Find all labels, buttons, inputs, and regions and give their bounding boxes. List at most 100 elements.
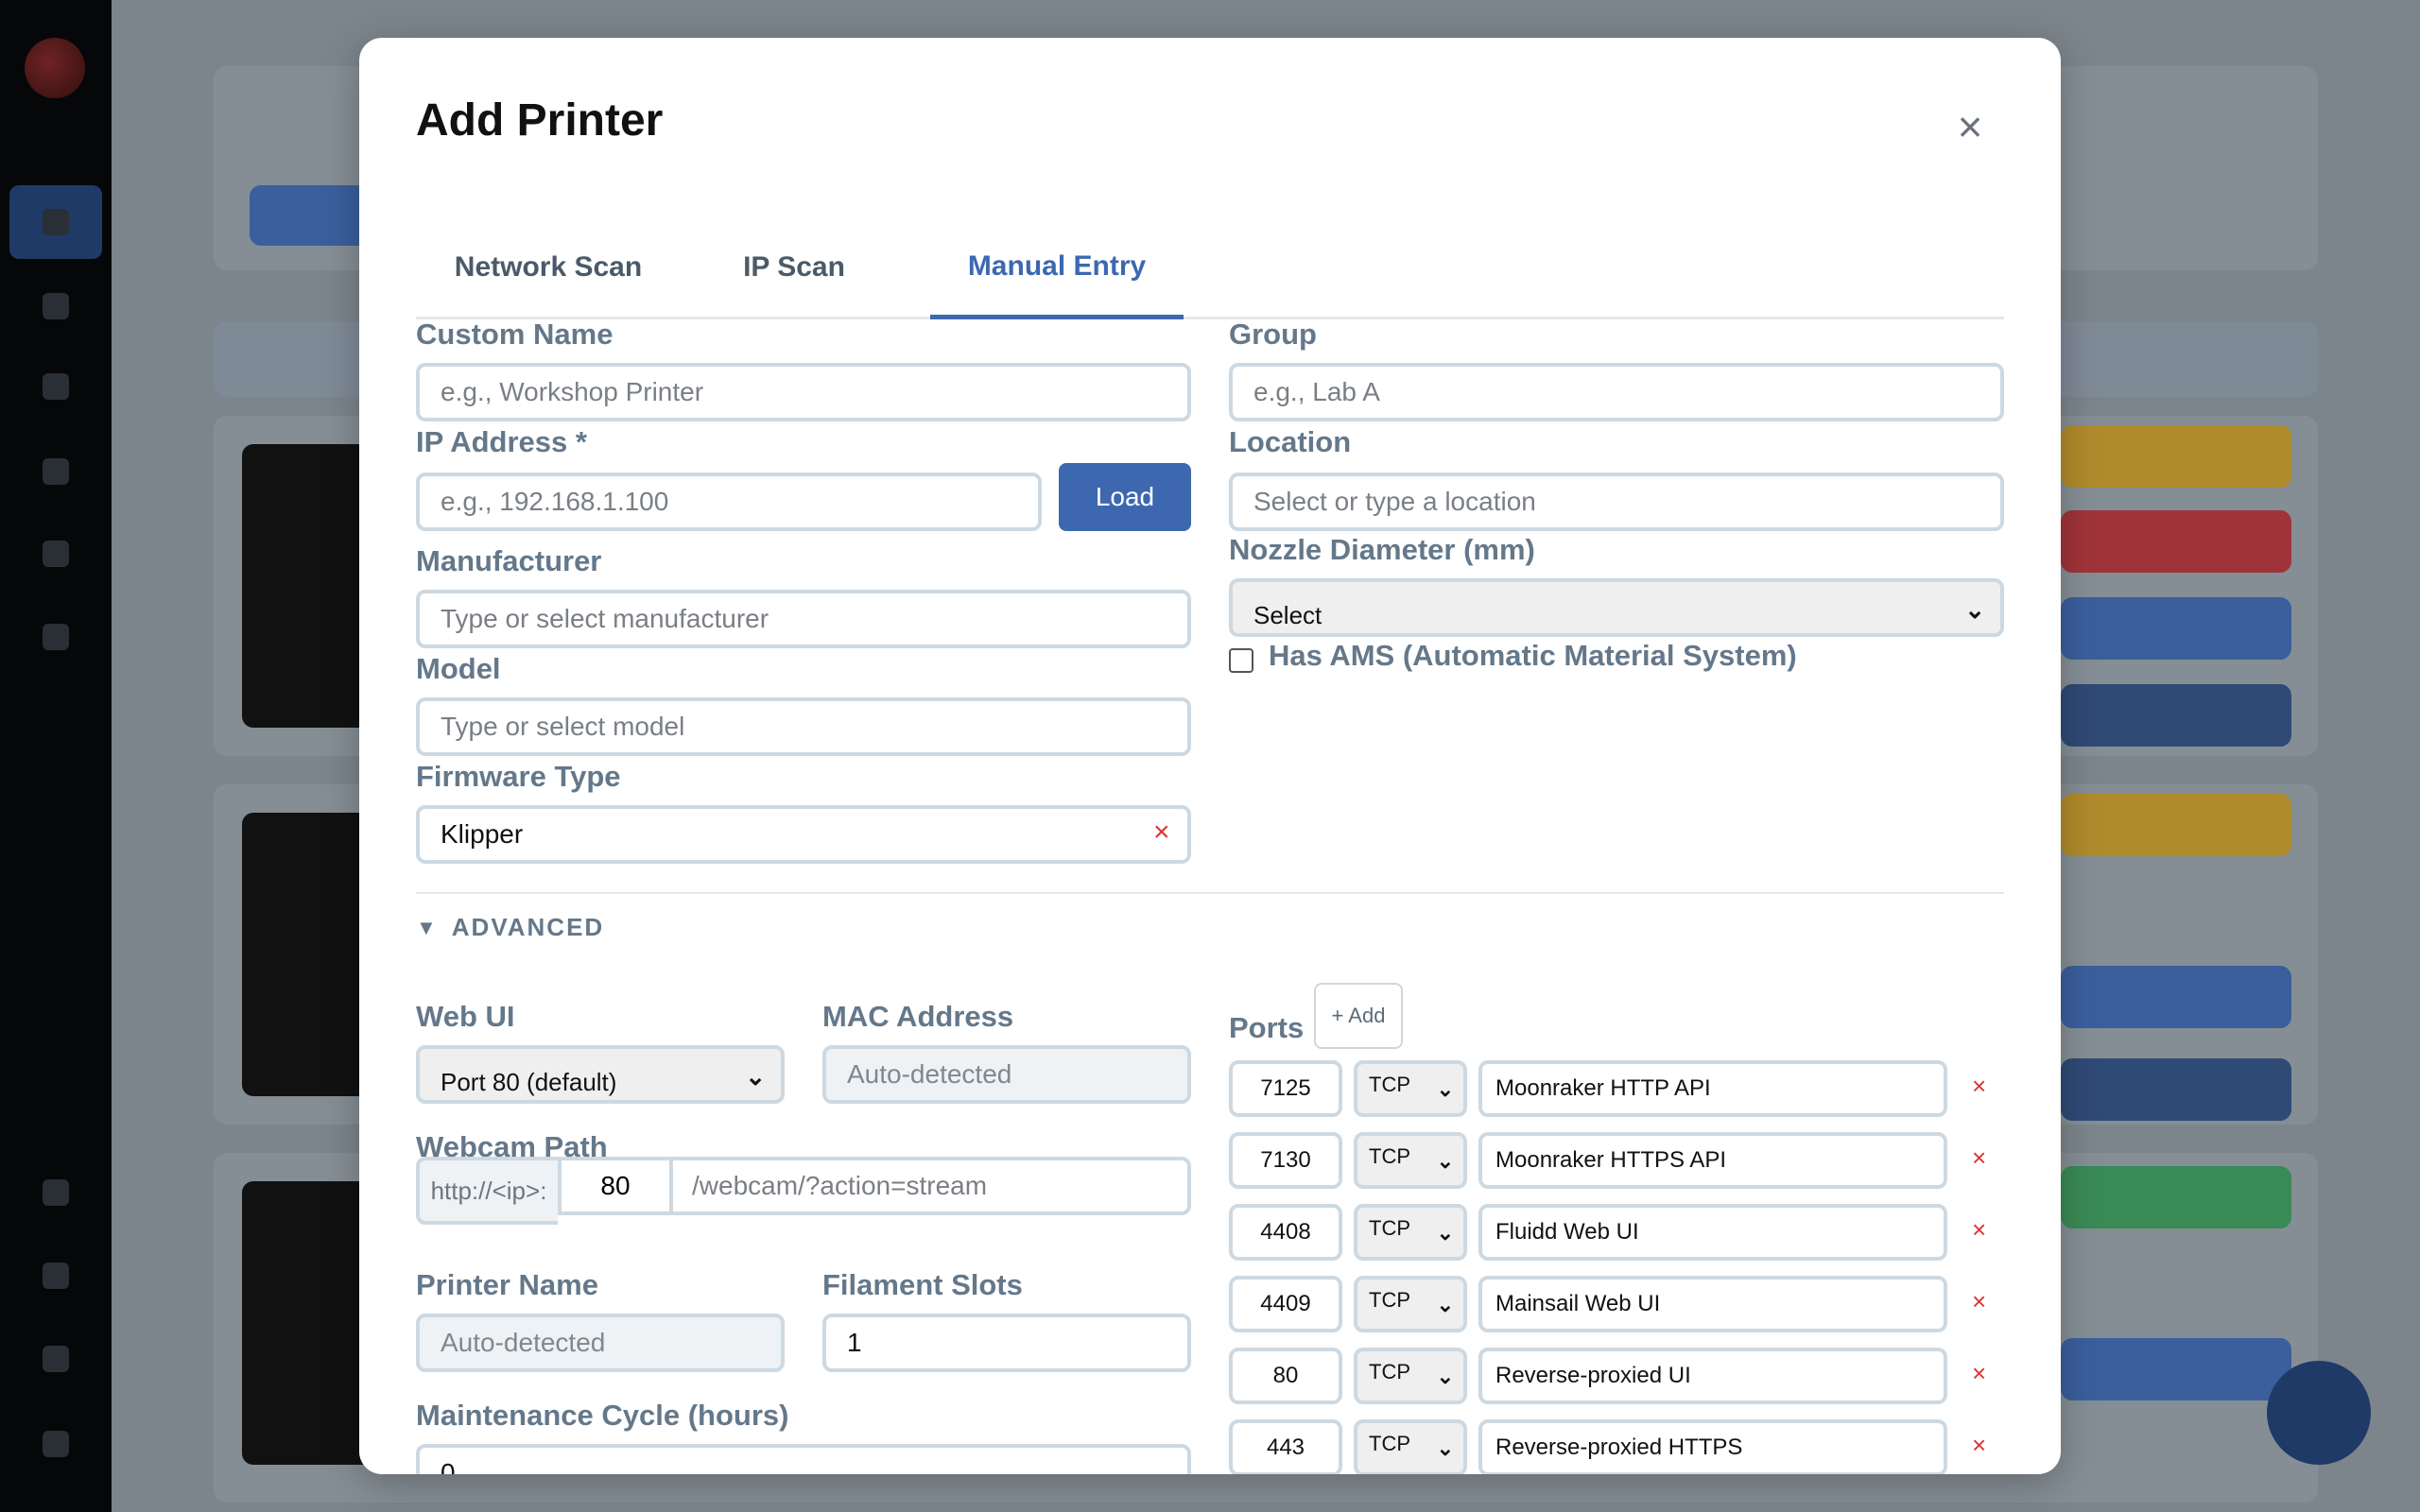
background-status-pill xyxy=(2061,684,2291,747)
port-protocol-select[interactable]: TCP ⌄ xyxy=(1354,1419,1467,1474)
remove-port-icon[interactable]: × xyxy=(1972,1143,1986,1173)
maintenance-cycle-input[interactable] xyxy=(416,1444,1191,1474)
nozzle-diameter-select[interactable]: Select ⌄ xyxy=(1229,578,2004,637)
folder-icon xyxy=(43,624,69,650)
webcam-url-prefix: http://<ip>: xyxy=(416,1157,558,1225)
port-description-input[interactable]: Mainsail Web UI xyxy=(1478,1276,1947,1332)
load-button[interactable]: Load xyxy=(1059,463,1191,531)
location-input[interactable] xyxy=(1229,472,2004,531)
chevron-down-icon: ⌄ xyxy=(745,1062,766,1091)
model-input[interactable] xyxy=(416,697,1191,756)
background-status-pill xyxy=(2061,510,2291,573)
chevron-down-icon: ⌄ xyxy=(1436,1436,1454,1460)
printer-icon xyxy=(43,541,69,567)
port-protocol-select[interactable]: TCP ⌄ xyxy=(1354,1348,1467,1404)
tab-ip-scan[interactable]: IP Scan xyxy=(700,217,889,318)
logout-icon xyxy=(43,1431,69,1457)
add-port-button[interactable]: + Add xyxy=(1314,983,1403,1049)
remove-port-icon[interactable]: × xyxy=(1972,1431,1986,1460)
port-number-input[interactable]: 80 xyxy=(1229,1348,1342,1404)
chevron-down-icon: ⌄ xyxy=(1436,1149,1454,1173)
tab-network-scan[interactable]: Network Scan xyxy=(416,217,681,318)
dashboard-icon xyxy=(43,209,69,235)
port-description-input[interactable]: Fluidd Web UI xyxy=(1478,1204,1947,1261)
location-label: Location xyxy=(1229,425,1352,458)
group-input[interactable] xyxy=(1229,363,2004,421)
group-label: Group xyxy=(1229,318,1317,351)
web-ui-label: Web UI xyxy=(416,1000,515,1033)
manufacturer-label: Manufacturer xyxy=(416,544,602,577)
background-status-pill xyxy=(2061,425,2291,488)
webcam-port-input[interactable] xyxy=(558,1157,673,1215)
model-label: Model xyxy=(416,652,501,685)
firmware-type-label: Firmware Type xyxy=(416,760,621,793)
port-protocol-value: TCP xyxy=(1369,1360,1410,1383)
background-status-pill xyxy=(2061,966,2291,1028)
mac-address-input[interactable] xyxy=(822,1045,1191,1104)
custom-name-input[interactable] xyxy=(416,363,1191,421)
advanced-label: ADVANCED xyxy=(451,913,605,941)
port-protocol-select[interactable]: TCP ⌄ xyxy=(1354,1204,1467,1261)
filament-slots-input[interactable] xyxy=(822,1314,1191,1372)
ports-label: Ports xyxy=(1229,1011,1305,1044)
chevron-down-icon: ⌄ xyxy=(1964,595,1985,624)
user-icon xyxy=(43,1346,69,1372)
background-fab xyxy=(2267,1361,2371,1465)
file-icon xyxy=(43,293,69,319)
port-description-input[interactable]: Reverse-proxied HTTPS xyxy=(1478,1419,1947,1474)
advanced-toggle[interactable]: ▼ ADVANCED xyxy=(416,913,604,942)
web-ui-value: Port 80 (default) xyxy=(441,1067,617,1096)
web-ui-select[interactable]: Port 80 (default) ⌄ xyxy=(416,1045,785,1104)
remove-port-icon[interactable]: × xyxy=(1972,1072,1986,1101)
background-sidebar xyxy=(0,0,112,1512)
background-status-pill xyxy=(2061,1166,2291,1228)
port-description-input[interactable]: Moonraker HTTPS API xyxy=(1478,1132,1947,1189)
caret-down-icon: ▼ xyxy=(416,915,437,939)
port-number-input[interactable]: 7125 xyxy=(1229,1060,1342,1117)
port-protocol-select[interactable]: TCP ⌄ xyxy=(1354,1276,1467,1332)
printer-name-input[interactable] xyxy=(416,1314,785,1372)
background-status-pill xyxy=(2061,794,2291,856)
chevron-down-icon: ⌄ xyxy=(1436,1221,1454,1245)
port-protocol-value: TCP xyxy=(1369,1432,1410,1455)
background-status-pill xyxy=(2061,1058,2291,1121)
custom-name-label: Custom Name xyxy=(416,318,614,351)
gear-icon xyxy=(43,373,69,400)
port-number-input[interactable]: 7130 xyxy=(1229,1132,1342,1189)
port-description-input[interactable]: Reverse-proxied UI xyxy=(1478,1348,1947,1404)
has-ams-label: Has AMS (Automatic Material System) xyxy=(1269,639,1797,672)
chevron-down-icon: ⌄ xyxy=(1436,1365,1454,1388)
port-protocol-value: TCP xyxy=(1369,1216,1410,1240)
close-icon[interactable]: × xyxy=(1947,104,1993,149)
clear-firmware-icon[interactable]: × xyxy=(1153,816,1170,849)
webcam-path-input[interactable] xyxy=(673,1157,1191,1215)
ip-address-input[interactable] xyxy=(416,472,1042,531)
remove-port-icon[interactable]: × xyxy=(1972,1359,1986,1388)
port-protocol-select[interactable]: TCP ⌄ xyxy=(1354,1060,1467,1117)
has-ams-checkbox[interactable] xyxy=(1229,648,1253,673)
filament-slots-label: Filament Slots xyxy=(822,1268,1023,1301)
firmware-type-input[interactable] xyxy=(416,805,1191,864)
settings-icon xyxy=(43,1179,69,1206)
port-number-input[interactable]: 4408 xyxy=(1229,1204,1342,1261)
ip-address-label: IP Address * xyxy=(416,425,587,458)
port-protocol-value: TCP xyxy=(1369,1073,1410,1096)
tab-bar: Network Scan IP Scan Manual Entry xyxy=(416,217,2004,319)
port-number-input[interactable]: 4409 xyxy=(1229,1276,1342,1332)
port-protocol-value: TCP xyxy=(1369,1144,1410,1168)
mac-address-label: MAC Address xyxy=(822,1000,1014,1033)
app-logo xyxy=(25,38,85,98)
tab-manual-entry[interactable]: Manual Entry xyxy=(930,217,1184,319)
help-icon xyxy=(43,1263,69,1289)
background-status-pill xyxy=(2061,1338,2291,1400)
background-status-pill xyxy=(2061,597,2291,660)
port-protocol-select[interactable]: TCP ⌄ xyxy=(1354,1132,1467,1189)
nozzle-diameter-label: Nozzle Diameter (mm) xyxy=(1229,533,1535,566)
remove-port-icon[interactable]: × xyxy=(1972,1287,1986,1316)
port-number-input[interactable]: 443 xyxy=(1229,1419,1342,1474)
maintenance-cycle-label: Maintenance Cycle (hours) xyxy=(416,1399,789,1432)
remove-port-icon[interactable]: × xyxy=(1972,1215,1986,1245)
manufacturer-input[interactable] xyxy=(416,590,1191,648)
port-description-input[interactable]: Moonraker HTTP API xyxy=(1478,1060,1947,1117)
add-printer-modal: Add Printer × Network Scan IP Scan Manua… xyxy=(359,38,2061,1474)
